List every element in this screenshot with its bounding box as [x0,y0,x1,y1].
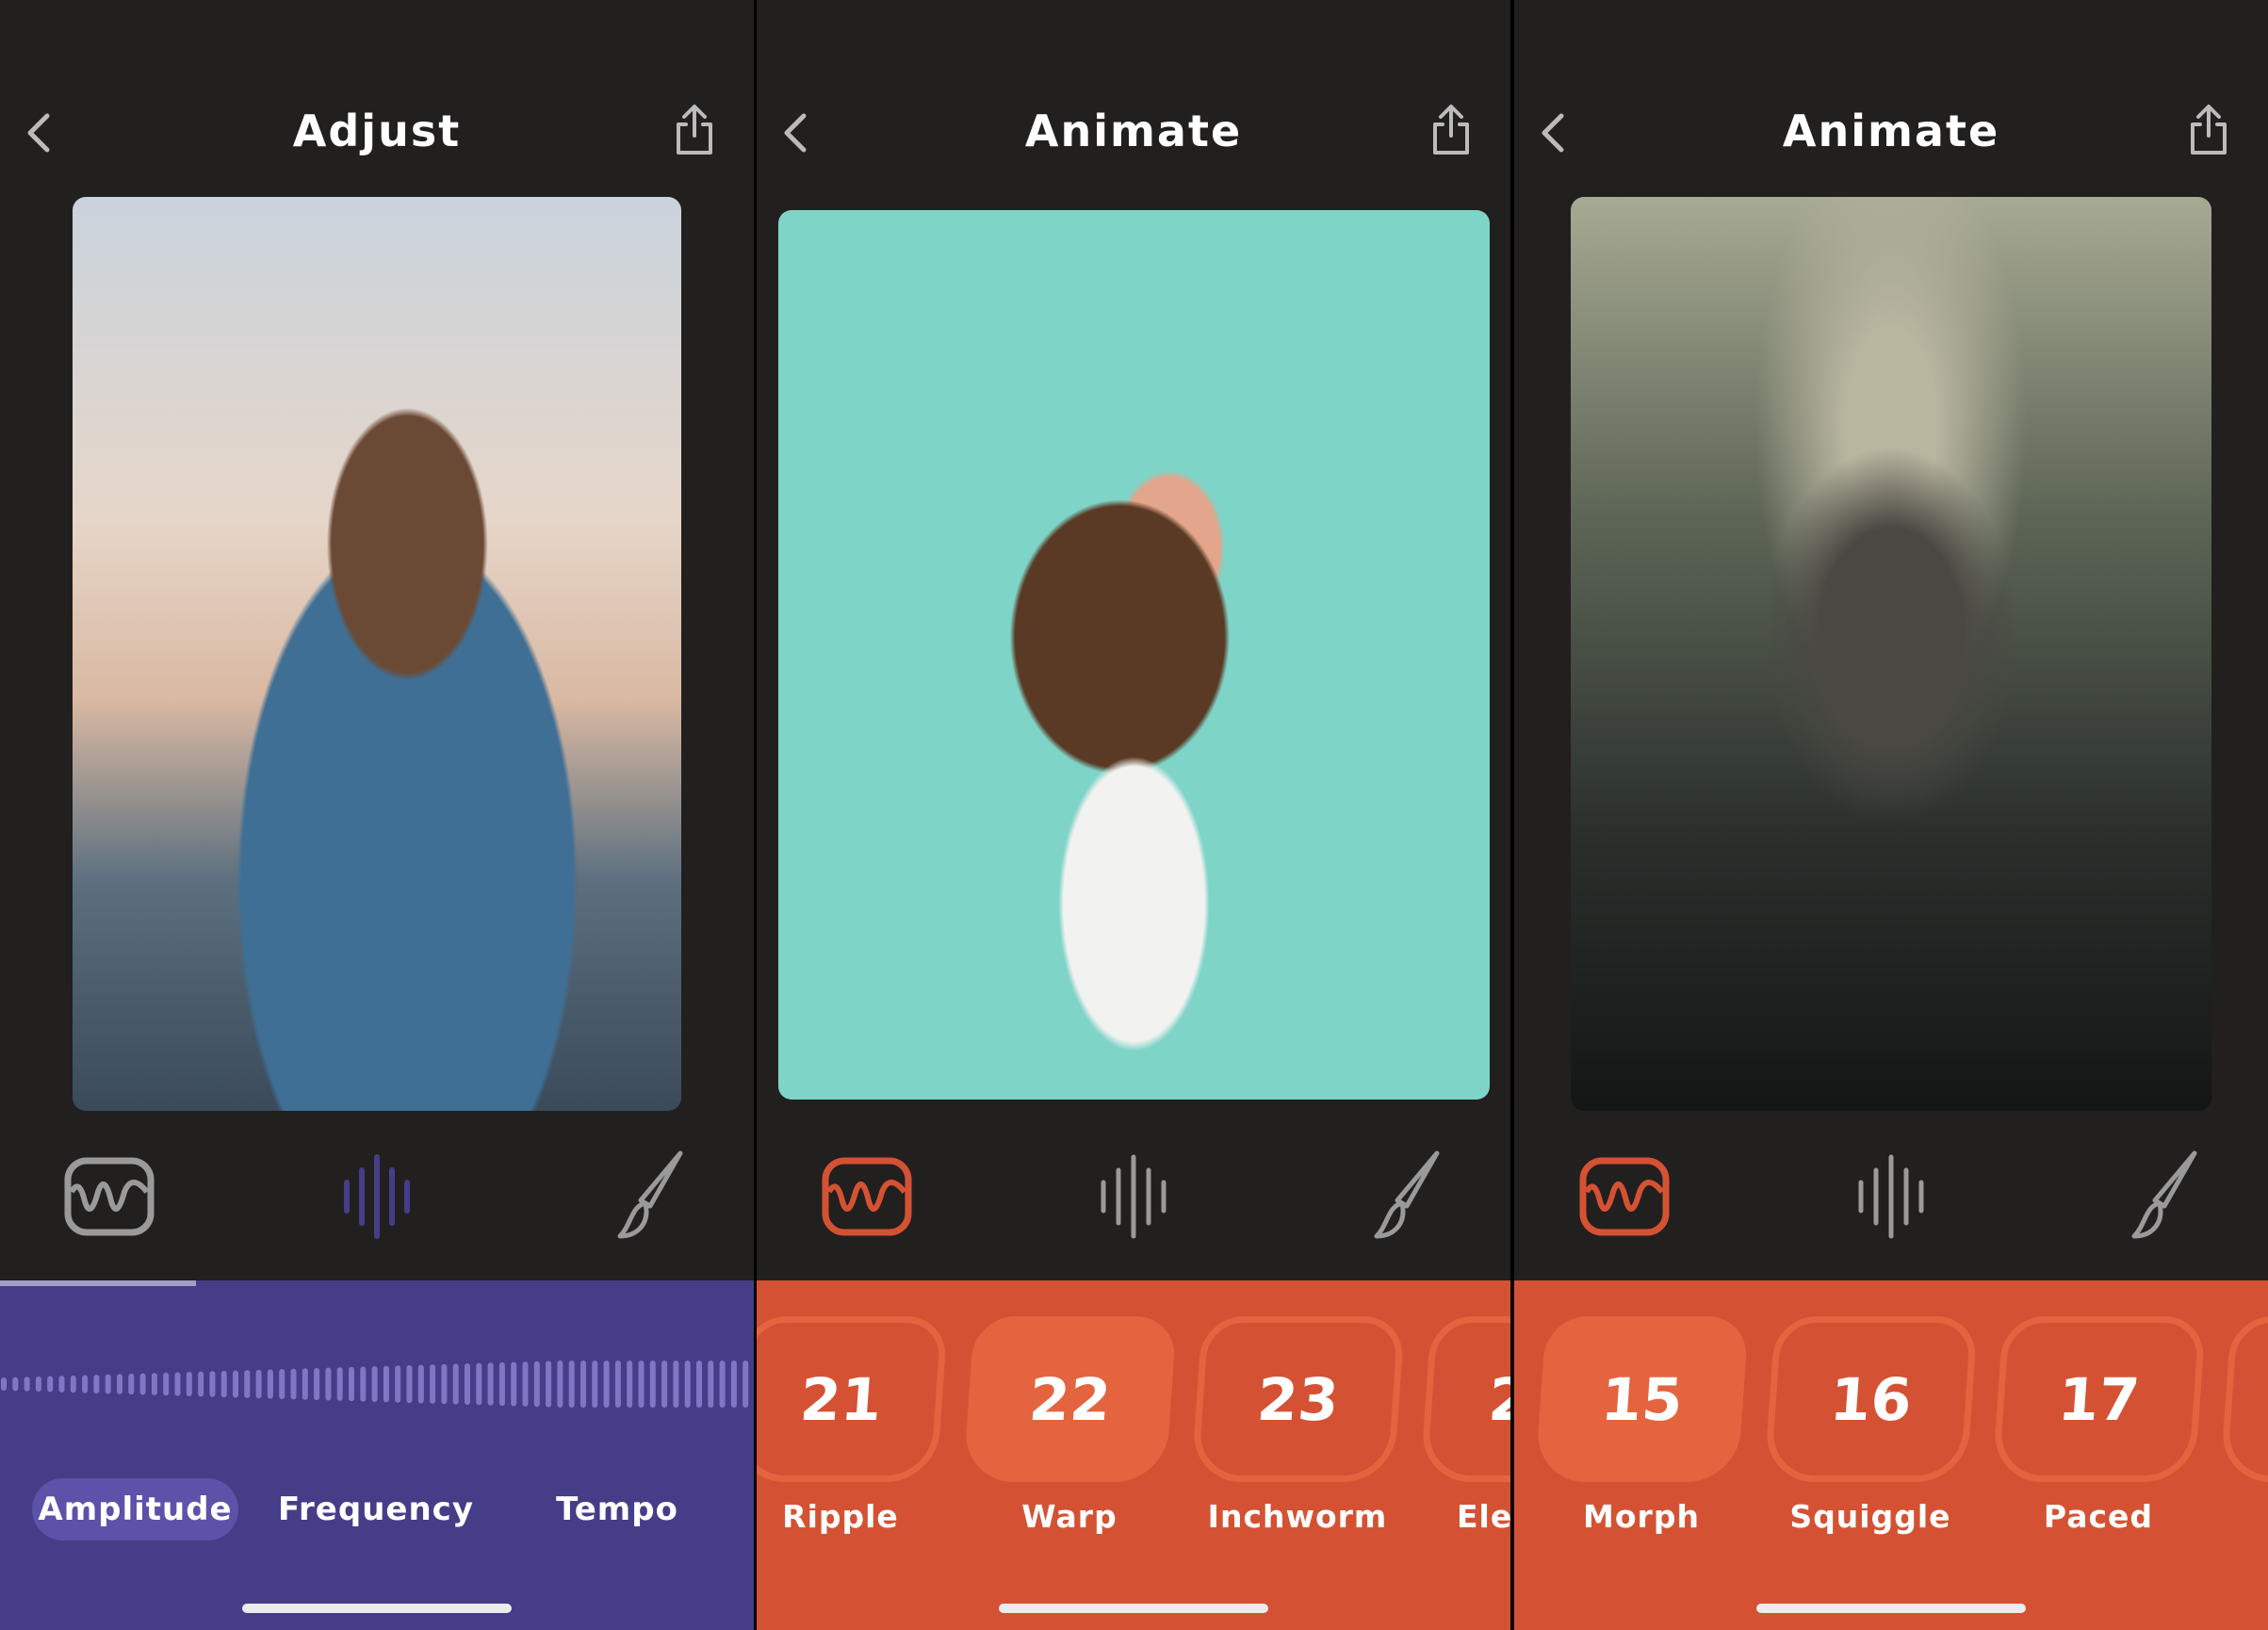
photo-face-smoke [1571,197,2211,1111]
tab-tempo[interactable]: Tempo [514,1478,721,1540]
animate-screen-warp: Animate 21 22 23 2 Ripple Warp Inchworm … [757,0,1510,1630]
effect-number: 23 [1254,1364,1342,1434]
effect-label: Ele [1457,1498,1510,1535]
audio-bars-icon[interactable] [1086,1149,1181,1244]
effect-label: Paced [2043,1498,2154,1535]
amplitude-waveform-slider[interactable] [0,1337,754,1431]
progress-bar [0,1280,196,1286]
audio-bars-icon[interactable] [1844,1149,1938,1244]
audio-bars-icon[interactable] [330,1149,424,1244]
effect-card-inchworm[interactable]: 23 [1190,1316,1406,1482]
home-indicator [1756,1604,2026,1613]
effect-card-paced[interactable]: 17 [1991,1316,2207,1482]
page-title: Animate [1024,106,1243,156]
animate-screen-morph: Animate 15 16 17 Morph Squiggle Paced [1514,0,2268,1630]
wave-frame-icon[interactable] [1577,1149,1672,1244]
paintbrush-icon[interactable] [1350,1149,1444,1244]
page-title: Animate [1782,106,2000,156]
effect-card-partial[interactable]: 2 [1419,1316,1510,1482]
paintbrush-icon[interactable] [594,1149,688,1244]
paintbrush-icon[interactable] [2108,1149,2202,1244]
tab-amplitude[interactable]: Amplitude [32,1478,238,1540]
share-icon[interactable] [1428,102,1475,158]
effect-card-ripple[interactable]: 21 [757,1316,949,1482]
effect-label: Morph [1583,1498,1700,1535]
page-title: Adjust [292,106,462,156]
home-indicator [999,1604,1268,1613]
effect-label: Ripple [782,1498,899,1535]
effect-number: 16 [1827,1364,1915,1434]
tab-frequency[interactable]: Frequency [272,1478,480,1540]
effect-label: Squiggle [1789,1498,1951,1535]
adjust-screen: Adjust Amplitude Frequency Tempo [0,0,754,1630]
effect-label: Warp [1021,1498,1118,1535]
home-indicator [242,1604,512,1613]
wave-frame-icon[interactable] [820,1149,914,1244]
effect-number: 21 [797,1364,885,1434]
wave-frame-icon[interactable] [62,1149,156,1244]
effect-card-squiggle[interactable]: 16 [1763,1316,1979,1482]
effect-number: 22 [1026,1364,1114,1434]
photo-woman-confetti [778,210,1490,1100]
effect-number: 2 [1486,1364,1510,1434]
share-icon[interactable] [2185,102,2232,158]
effect-number: 17 [2055,1364,2143,1434]
photo-couple [73,197,681,1111]
effect-number: 15 [1598,1364,1686,1434]
adjust-controls: Amplitude Frequency Tempo [0,1280,754,1630]
effect-card-warp[interactable]: 22 [962,1316,1178,1482]
share-icon[interactable] [671,102,718,158]
effect-card-morph[interactable]: 15 [1534,1316,1750,1482]
effect-label: Inchworm [1207,1498,1388,1535]
